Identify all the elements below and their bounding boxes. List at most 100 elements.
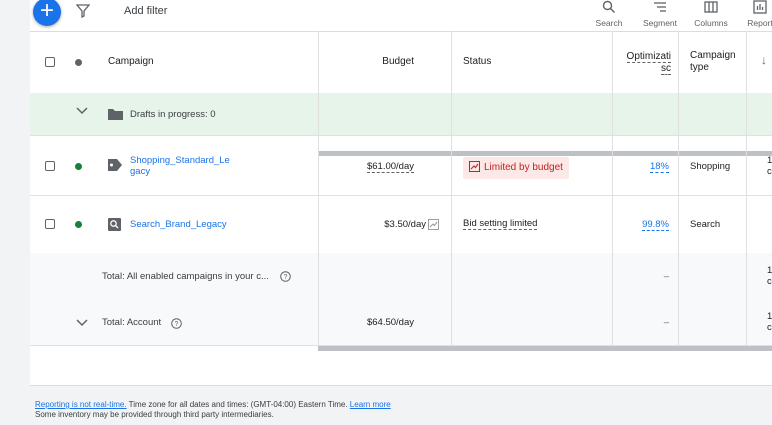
reporting-link[interactable]: Reporting is not real-time. [35, 400, 127, 409]
total-type-cell [678, 299, 747, 345]
columns-icon [704, 1, 718, 13]
campaign-name-link[interactable]: Shopping_Standard_Le gacy [130, 155, 230, 177]
row-checkbox[interactable] [45, 219, 55, 229]
campaign-column-header[interactable]: Campaign [108, 56, 154, 67]
opt-score-cell[interactable]: 18% [612, 135, 679, 195]
sort-header-cell[interactable]: ↓ [746, 31, 772, 93]
footer-notes: Reporting is not real-time. Time zone fo… [35, 400, 391, 420]
timezone-text: Time zone for all dates and times: (GMT-… [126, 400, 350, 409]
col-divider [318, 93, 319, 135]
sort-arrow-icon[interactable]: ↓ [761, 53, 767, 67]
filter-icon[interactable] [76, 4, 90, 18]
opt-score-header-cell[interactable]: Optimizati sc [612, 31, 679, 93]
opt-score-value[interactable]: 18% [649, 161, 669, 173]
opt-score-value[interactable]: 99.8% [642, 219, 669, 231]
total-status-cell [451, 299, 613, 345]
reports-icon [753, 0, 767, 14]
table-toolbar: + Add filter Search Segment Columns Repo… [30, 0, 772, 32]
trend-warning-icon [469, 161, 480, 172]
segment-icon [654, 2, 666, 12]
col-divider [612, 93, 613, 135]
budget-trend-icon[interactable] [428, 219, 439, 230]
reports-button[interactable]: Report [735, 0, 772, 30]
budget-cell[interactable]: $61.00/day [318, 135, 452, 195]
create-campaign-button[interactable]: + [33, 0, 61, 26]
expand-chevron-icon[interactable] [76, 315, 88, 333]
total-extra-value: 1 c [767, 265, 772, 287]
campaign-name-line1: Shopping_Standard_Le [130, 155, 230, 166]
campaign-type-value: Shopping [690, 161, 731, 172]
table-row[interactable]: Search_Brand_Legacy $3.50/day Bid settin… [30, 195, 772, 254]
search-icon [602, 0, 615, 13]
help-icon[interactable]: ? [280, 269, 291, 287]
columns-label: Columns [694, 18, 728, 28]
extra-value-line1: 1 [767, 155, 772, 166]
status-column-dot[interactable] [75, 59, 82, 66]
total-status-cell [451, 253, 613, 299]
table-row[interactable]: Shopping_Standard_Le gacy $61.00/day Lim… [30, 135, 772, 196]
enabled-status-dot[interactable] [75, 163, 82, 170]
total-opt-cell: – [612, 253, 679, 299]
budget-column-header[interactable]: Budget [382, 56, 414, 67]
plus-icon: + [39, 0, 54, 24]
col-divider [678, 93, 679, 135]
limited-by-budget-badge[interactable]: Limited by budget [463, 157, 569, 179]
extra-value: 1 c [767, 155, 772, 177]
drafts-row[interactable]: Drafts in progress: 0 [30, 93, 772, 136]
extra-value-line2: c [767, 166, 772, 177]
select-all-checkbox[interactable] [45, 57, 55, 67]
total-extra-line1: 1 [767, 311, 772, 322]
learn-more-link[interactable]: Learn more [350, 400, 391, 409]
opt-score-header-line1: Optimizati [626, 51, 671, 63]
drafts-label: Drafts in progress: 0 [130, 109, 216, 120]
help-icon[interactable]: ? [171, 316, 182, 334]
campaign-name-link[interactable]: Search_Brand_Legacy [130, 219, 227, 230]
status-text[interactable]: Bid setting limited [463, 218, 538, 230]
total-extra-cell: 1 c [746, 299, 772, 345]
col-divider [451, 93, 452, 135]
col-divider [746, 93, 747, 135]
status-header-cell[interactable]: Status [451, 31, 613, 93]
campaign-name-line2: gacy [130, 166, 151, 177]
budget-cell[interactable]: $3.50/day [318, 195, 452, 253]
campaigns-panel: + Add filter Search Segment Columns Repo… [30, 0, 772, 386]
expand-chevron-icon[interactable] [76, 105, 88, 119]
total-extra-line1: 1 [767, 265, 772, 276]
svg-text:?: ? [284, 274, 288, 281]
total-extra-value: 1 c [767, 311, 772, 333]
total-account-label: Total: Account [102, 317, 162, 328]
extra-cell [746, 195, 772, 253]
budget-header-cell[interactable]: Budget [318, 31, 452, 93]
status-text: Limited by budget [484, 162, 563, 173]
footer-line1: Reporting is not real-time. Time zone fo… [35, 400, 391, 410]
footer-line2: Some inventory may be provided through t… [35, 410, 274, 419]
opt-score-column-header[interactable]: Optimizati sc [626, 51, 671, 75]
opt-score-cell[interactable]: 99.8% [612, 195, 679, 253]
status-column-header[interactable]: Status [463, 56, 491, 67]
shopping-tag-icon [108, 159, 122, 171]
campaign-type-header-cell[interactable]: Campaign type [678, 31, 747, 93]
table-header: Campaign Budget Status Optimizati sc Cam… [30, 31, 772, 94]
total-opt-cell: – [612, 299, 679, 345]
reports-label: Report [747, 18, 772, 28]
total-type-cell [678, 253, 747, 299]
enabled-status-dot[interactable] [75, 221, 82, 228]
campaign-type-cell: Search [678, 195, 747, 253]
row-checkbox[interactable] [45, 161, 55, 171]
add-filter-input[interactable]: Add filter [124, 5, 167, 17]
campaign-type-header-line1: Campaign [690, 50, 736, 61]
budget-value[interactable]: $3.50/day [384, 219, 426, 230]
segment-button[interactable]: Segment [635, 0, 685, 30]
total-opt-value: – [663, 271, 669, 282]
total-extra-line2: c [767, 322, 772, 333]
search-campaign-icon [108, 218, 121, 231]
total-budget-value: $64.50/day [366, 317, 414, 328]
status-cell: Bid setting limited [451, 195, 613, 253]
columns-button[interactable]: Columns [686, 0, 736, 30]
horizontal-scrollbar[interactable] [318, 346, 772, 351]
campaign-type-column-header[interactable]: Campaign type [690, 50, 736, 74]
budget-value[interactable]: $61.00/day [366, 161, 414, 173]
total-budget-cell: $64.50/day [318, 299, 452, 345]
total-extra-cell: 1 c [746, 253, 772, 299]
search-button[interactable]: Search [584, 0, 634, 30]
